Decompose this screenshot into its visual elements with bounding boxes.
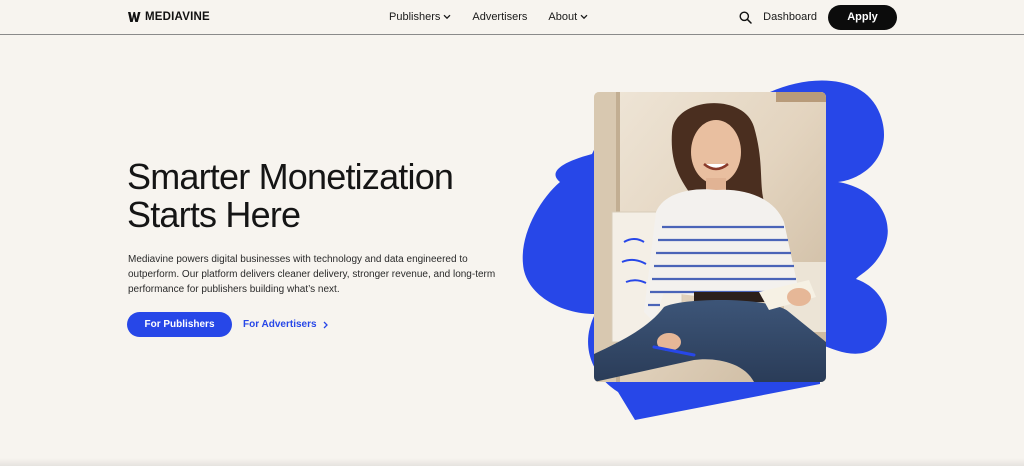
chevron-down-icon (580, 14, 588, 20)
page: MEDIAVINE Publishers Advertisers About D… (0, 0, 1024, 466)
for-publishers-button[interactable]: For Publishers (127, 312, 232, 337)
hero-description-line: outperform. Our platform delivers cleane… (128, 269, 496, 280)
woman-reading-illustration (594, 92, 826, 382)
dashboard-link[interactable]: Dashboard (763, 11, 817, 23)
hero-title-line: Starts Here (127, 194, 301, 235)
hero-cta-row: For Publishers For Advertisers (127, 312, 328, 337)
for-advertisers-label: For Advertisers (243, 319, 317, 330)
logo-mark-icon (128, 12, 141, 22)
chevron-down-icon (443, 14, 451, 20)
chevron-right-icon (323, 321, 328, 328)
mediavine-logo[interactable]: MEDIAVINE (128, 10, 210, 24)
nav-advertisers[interactable]: Advertisers (472, 11, 527, 23)
nav-about-label: About (548, 11, 578, 23)
hero-description: Mediavine powers digital businesses with… (128, 252, 498, 297)
search-icon[interactable] (739, 11, 752, 24)
for-advertisers-link[interactable]: For Advertisers (243, 319, 328, 330)
hero-description-line: Mediavine powers digital businesses with… (128, 254, 468, 265)
nav-publishers[interactable]: Publishers (389, 11, 451, 23)
hero-title-line: Smarter Monetization (127, 156, 454, 197)
nav-actions: Dashboard Apply (739, 0, 897, 34)
nav-advertisers-label: Advertisers (472, 11, 528, 23)
hero-photo (594, 92, 826, 382)
section-divider-shadow (0, 458, 1024, 466)
hero-description-line: performance for publishers building what… (128, 284, 340, 295)
hero-title: Smarter Monetization Starts Here (127, 158, 527, 234)
logo-text: MEDIAVINE (145, 11, 210, 23)
nav-about[interactable]: About (548, 11, 588, 23)
primary-nav: Publishers Advertisers About (389, 0, 588, 34)
top-nav: MEDIAVINE Publishers Advertisers About D… (0, 0, 1024, 35)
nav-publishers-label: Publishers (389, 11, 441, 23)
apply-button[interactable]: Apply (828, 4, 897, 30)
